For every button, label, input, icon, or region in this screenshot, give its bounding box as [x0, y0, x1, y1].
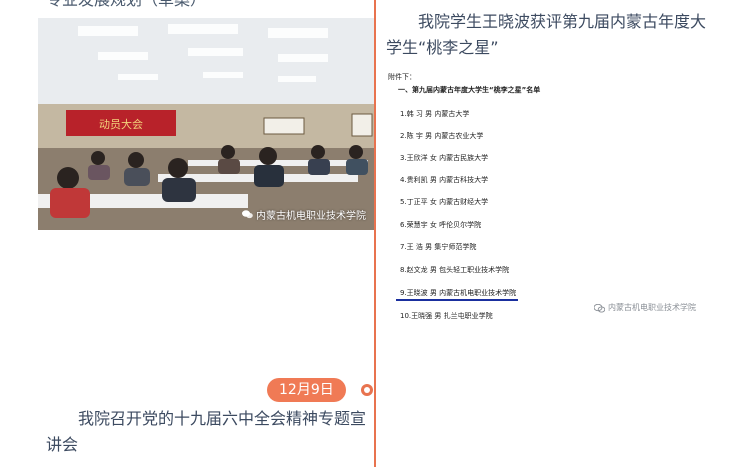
news-title-lecture[interactable]: 我院召开党的十九届六中全会精神专题宣讲会: [46, 406, 366, 458]
timeline-dot: [361, 384, 373, 396]
photo-watermark: 内蒙古机电职业技术学院: [242, 207, 366, 222]
doc-entry: 4.贵利凯 男 内蒙古科技大学: [400, 176, 489, 184]
doc-entry-highlighted: 9.王晓波 男 内蒙古机电职业技术学院: [400, 289, 517, 297]
doc-entry: 2.陈 宇 男 内蒙古农业大学: [400, 132, 484, 140]
doc-watermark: 内蒙古机电职业技术学院: [594, 303, 696, 313]
doc-entry: 8.赵文龙 男 包头轻工职业技术学院: [400, 266, 510, 274]
doc-entry: 3.王欣洋 女 内蒙古民族大学: [400, 154, 489, 162]
photo-watermark-text: 内蒙古机电职业技术学院: [256, 211, 366, 222]
clipped-news-title[interactable]: 专业发展规划（草案）: [46, 0, 366, 10]
highlight-underline: [396, 299, 518, 301]
news-title-award[interactable]: 我院学生王晓波获评第九届内蒙古年度大学生“桃李之星”: [386, 9, 716, 61]
doc-entry: 1.韩 习 男 内蒙古大学: [400, 110, 470, 118]
wechat-icon: [594, 303, 605, 313]
doc-entry: 6.荣慧宇 女 呼伦贝尔学院: [400, 221, 482, 229]
date-badge: 12月9日: [267, 378, 346, 402]
doc-section-title: 一、第九届内蒙古年度大学生“桃李之星”名单: [398, 86, 541, 94]
doc-entry: 5.丁正平 女 内蒙古财经大学: [400, 198, 489, 206]
award-list-document[interactable]: 附件下： 一、第九届内蒙古年度大学生“桃李之星”名单 1.韩 习 男 内蒙古大学…: [386, 70, 706, 330]
doc-entry: 7.王 浩 男 集宁师范学院: [400, 243, 477, 251]
doc-entry: 10.王晓强 男 扎兰屯职业学院: [400, 312, 493, 320]
timeline-line: [374, 0, 376, 467]
meeting-photo[interactable]: 动员大会 内蒙古机电职业技术学院: [38, 18, 376, 230]
meeting-photo-illustration: 动员大会: [38, 18, 376, 230]
banner-text: 动员大会: [99, 117, 143, 131]
doc-watermark-text: 内蒙古机电职业技术学院: [608, 303, 696, 312]
doc-header: 附件下：: [388, 73, 416, 81]
wechat-icon: [242, 210, 253, 219]
